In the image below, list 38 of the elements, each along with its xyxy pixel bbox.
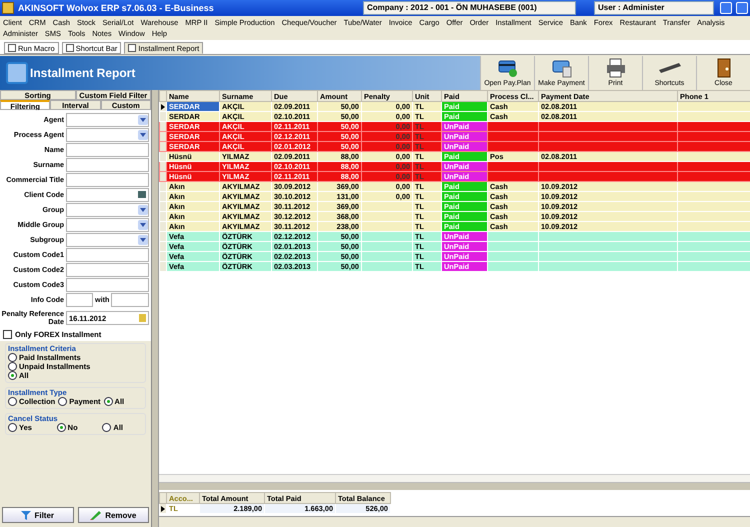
close-icon[interactable] — [8, 44, 16, 52]
funnel-icon — [21, 510, 32, 520]
text-field[interactable] — [111, 292, 149, 306]
user-field: User : Administer — [594, 1, 714, 15]
window-title: AKINSOFT Wolvox ERP s7.06.03 - E-Business — [18, 3, 215, 13]
text-field[interactable] — [66, 172, 149, 186]
close-icon[interactable] — [128, 44, 136, 52]
text-field[interactable] — [66, 248, 149, 262]
horizontal-scrollbar[interactable] — [159, 474, 750, 482]
radio-button[interactable] — [8, 362, 17, 371]
text-field[interactable] — [66, 158, 149, 172]
remove-button[interactable]: Remove — [78, 507, 149, 523]
door-icon — [714, 58, 732, 78]
minimize-button[interactable] — [720, 2, 732, 14]
printer-icon — [604, 58, 626, 78]
radio-button[interactable] — [104, 397, 113, 406]
report-title: Installment Report — [30, 66, 136, 80]
radio-button[interactable] — [56, 423, 66, 432]
company-field: Company : 2012 - 001 - ÖN MUHASEBE (001) — [363, 1, 576, 15]
splitter-handle[interactable] — [152, 90, 159, 527]
radio-button[interactable] — [102, 423, 112, 432]
restore-button[interactable] — [736, 2, 748, 14]
text-field[interactable] — [66, 142, 149, 156]
radio-button[interactable] — [8, 423, 17, 432]
text-field[interactable] — [66, 278, 149, 292]
radio-button[interactable] — [58, 397, 68, 406]
text-field[interactable] — [66, 262, 149, 276]
eraser-icon — [90, 510, 102, 520]
radio-button[interactable] — [8, 371, 17, 380]
close-icon[interactable] — [66, 44, 74, 52]
radio-button[interactable] — [8, 353, 17, 362]
checkbox[interactable] — [3, 330, 12, 339]
filter-button[interactable]: Filter — [2, 507, 74, 523]
text-field[interactable] — [66, 292, 93, 306]
app-icon — [2, 2, 14, 14]
splitter-handle[interactable] — [159, 482, 750, 490]
lookup-field[interactable] — [66, 188, 149, 202]
radio-button[interactable] — [8, 397, 17, 406]
